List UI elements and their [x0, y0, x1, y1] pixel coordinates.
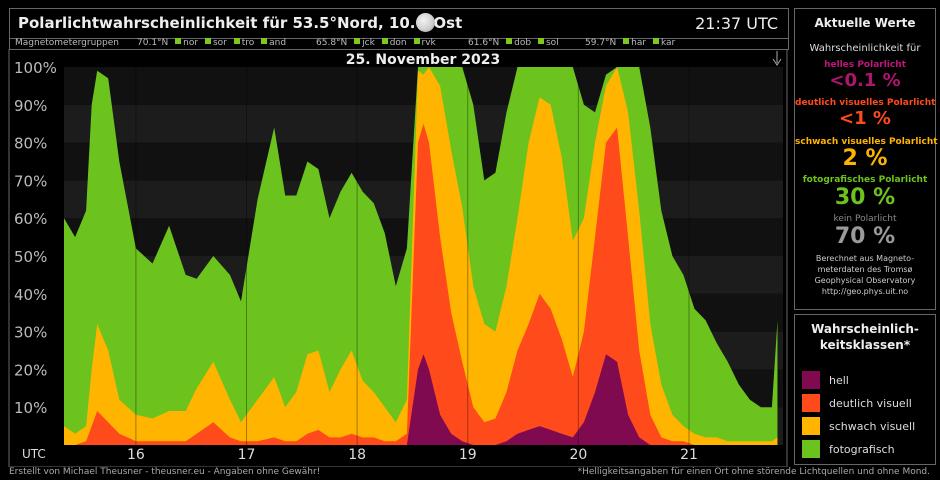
footer-credit: Erstellt von Michael Theusner - theusner… — [9, 467, 321, 477]
station-jck: jck — [354, 38, 375, 48]
y-tick-label: 70% — [14, 172, 47, 190]
y-axis-labels: 10% 20% 30% 40% 50% 60% 70% 80% 90% 100% — [14, 59, 57, 417]
footer-note: *Helligkeitsangaben für einen Ort ohne s… — [577, 467, 930, 477]
classes-title-line-2: keitsklassen* — [819, 338, 911, 352]
moon-phase-icon — [416, 13, 435, 32]
classes-title-line-1: Wahrscheinlich- — [811, 322, 919, 336]
legend-swatch-fotografisch — [802, 440, 820, 458]
x-axis-labels: 16 17 18 19 20 21 — [127, 447, 698, 463]
current-faint-value: 2 % — [842, 146, 888, 171]
legend-label-schwach: schwach visuell — [829, 420, 916, 433]
current-note-line-2: meterdaten des Tromsø — [817, 265, 913, 274]
current-none-label: kein Polarlicht — [833, 214, 897, 224]
magnetometer-label: Magnetometergruppen — [15, 38, 119, 48]
legend-label-fotografisch: fotografisch — [829, 443, 895, 456]
current-photo-label: fotografisches Polarlicht — [802, 175, 928, 185]
mag-group-1: 70.1°N nor sor tro and — [137, 37, 286, 49]
station-sol: sol — [537, 38, 559, 48]
station-rvk: rvk — [413, 38, 436, 48]
y-tick-label: 90% — [14, 97, 47, 115]
header-bar: Polarlichtwahrscheinlichkeit für 53.5°No… — [9, 8, 789, 39]
y-tick-label: 80% — [14, 135, 47, 153]
mag-group-3-lat: 61.6°N — [468, 38, 500, 48]
y-tick-label: 10% — [14, 399, 47, 417]
x-tick-label: 21 — [680, 447, 698, 463]
y-tick-label: 40% — [14, 286, 47, 304]
station-don: don — [381, 38, 407, 48]
aurora-probability-chart: 10% 20% 30% 40% 50% 60% 70% 80% 90% 100% 16 17 18 19… — [8, 49, 788, 467]
y-tick-label: 30% — [14, 324, 47, 342]
chart-date-title: 25. November 2023 — [346, 52, 500, 68]
station-kar: kar — [652, 38, 675, 48]
x-tick-label: 20 — [569, 447, 587, 463]
mag-group-4: 59.7°N har kar — [585, 37, 675, 49]
station-dob: dob — [506, 38, 531, 48]
mag-group-4-lat: 59.7°N — [585, 38, 617, 48]
x-tick-label: 17 — [238, 447, 256, 463]
probability-classes-legend: Wahrscheinlich- keitsklassen* hell deutl… — [794, 314, 936, 465]
current-distinct-label: deutlich visuelles Polarlicht — [795, 98, 936, 108]
y-tick-label: 60% — [14, 210, 47, 228]
mag-group-1-lat: 70.1°N — [137, 38, 169, 48]
legend-swatch-hell — [802, 371, 820, 389]
x-tick-label: 16 — [127, 447, 145, 463]
station-tro: tro — [233, 38, 254, 48]
legend-label-deutlich: deutlich visuell — [829, 397, 912, 410]
station-nor: nor — [175, 38, 198, 48]
mag-group-3: 61.6°N dob sol — [468, 37, 559, 49]
current-note-line-3: Geophysical Observatory — [814, 276, 916, 285]
legend-swatch-deutlich — [802, 394, 820, 412]
current-values-panel: Aktuelle Werte Wahrscheinlichkeit für he… — [794, 8, 938, 310]
current-intro: Wahrscheinlichkeit für — [809, 43, 921, 54]
classes-title: Wahrscheinlich- keitsklassen* — [795, 321, 935, 353]
current-values-title: Aktuelle Werte — [814, 16, 916, 30]
current-bright-value: <0.1 % — [829, 70, 901, 91]
y-tick-label: 20% — [14, 361, 47, 379]
current-distinct-value: <1 % — [839, 108, 891, 129]
station-and: and — [261, 38, 286, 48]
x-tick-label: 19 — [459, 447, 477, 463]
legend-label-hell: hell — [829, 374, 849, 387]
current-bright-label: helles Polarlicht — [824, 60, 906, 70]
current-time: 21:37 UTC — [695, 14, 778, 33]
x-axis-unit-label: UTC — [22, 447, 46, 461]
current-note-line-1: Berechnet aus Magneto- — [815, 254, 915, 263]
y-tick-label: 50% — [14, 248, 47, 266]
mag-group-2: 65.8°N jck don rvk — [316, 37, 436, 49]
current-note-link[interactable]: http://geo.phys.uit.no — [795, 287, 935, 296]
x-tick-label: 18 — [348, 447, 366, 463]
station-har: har — [623, 38, 646, 48]
current-photo-value: 30 % — [834, 185, 896, 210]
mag-group-2-lat: 65.8°N — [316, 38, 348, 48]
page-title: Polarlichtwahrscheinlichkeit für 53.5°No… — [18, 14, 463, 32]
legend-swatch-schwach — [802, 417, 820, 435]
station-sor: sor — [204, 38, 227, 48]
y-tick-label: 100% — [14, 59, 57, 77]
current-none-value: 70 % — [834, 224, 896, 249]
